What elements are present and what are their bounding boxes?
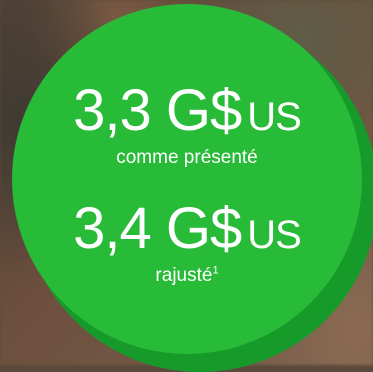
stat-caption: rajusté [155,265,213,286]
stat-as-reported: 3,3 G$ US comme présenté [12,82,362,168]
stat-caption-row: rajusté1 [12,264,362,286]
footnote-marker: 1 [212,264,219,277]
stat-unit: US [247,95,302,139]
stat-caption: comme présenté [116,147,258,168]
stat-value: 3,4 G$ [73,196,242,261]
stat-value-row: 3,3 G$ US [12,82,362,140]
green-circle [12,4,362,354]
stat-value: 3,3 G$ [73,78,242,143]
stat-unit: US [247,213,302,257]
stat-adjusted: 3,4 G$ US rajusté1 [12,200,362,286]
stat-value-row: 3,4 G$ US [12,200,362,258]
